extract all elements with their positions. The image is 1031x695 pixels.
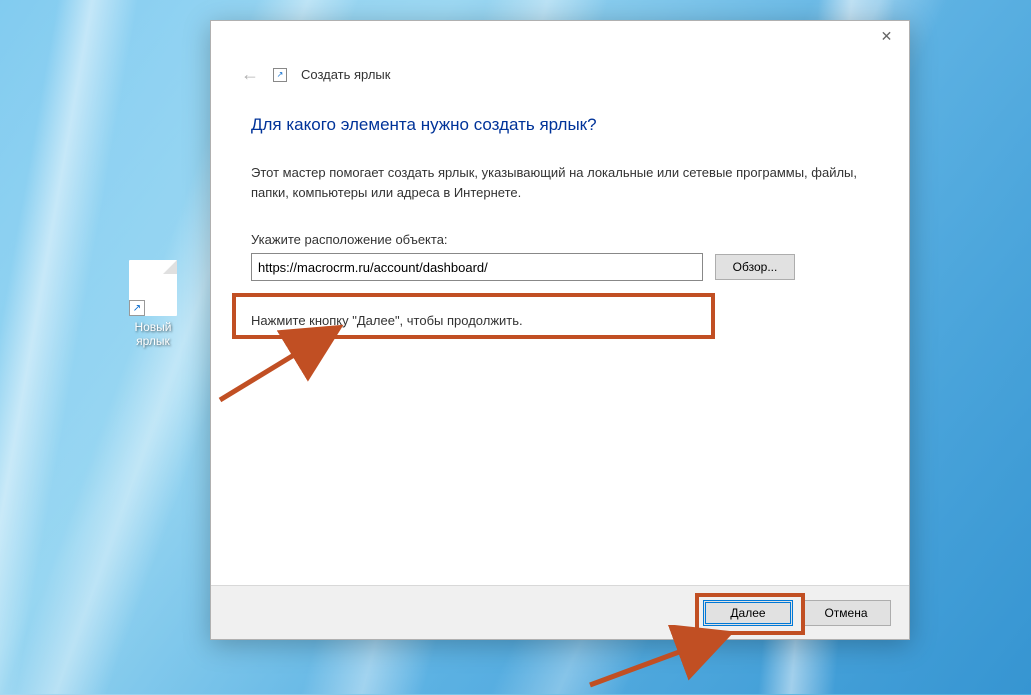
wizard-content: Для какого элемента нужно создать ярлык?… (211, 85, 909, 328)
wizard-footer: Далее Отмена (211, 585, 909, 639)
back-arrow-icon: ← (241, 64, 259, 85)
location-label: Укажите расположение объекта: (251, 232, 869, 247)
next-button[interactable]: Далее (703, 600, 793, 626)
wizard-title: Создать ярлык (301, 67, 390, 82)
location-row: Обзор... (251, 253, 869, 281)
browse-button[interactable]: Обзор... (715, 254, 795, 280)
close-icon: ✕ (881, 28, 893, 45)
file-icon: ↗ (129, 260, 177, 316)
wizard-description: Этот мастер помогает создать ярлык, указ… (251, 163, 869, 202)
shortcut-icon: ↗ (273, 68, 287, 82)
desktop-shortcut-new[interactable]: ↗ Новый ярлык (118, 260, 188, 349)
location-input[interactable] (251, 253, 703, 281)
close-button[interactable]: ✕ (864, 21, 909, 51)
desktop-shortcut-label: Новый ярлык (118, 320, 188, 349)
wizard-heading: Для какого элемента нужно создать ярлык? (251, 115, 869, 135)
cancel-button[interactable]: Отмена (801, 600, 891, 626)
annotation-arrow-to-next (580, 625, 750, 695)
titlebar: ✕ (211, 21, 909, 59)
shortcut-arrow-icon: ↗ (129, 300, 145, 316)
wizard-header: ← ↗ Создать ярлык (211, 64, 909, 85)
annotation-arrow-to-input (200, 320, 360, 410)
